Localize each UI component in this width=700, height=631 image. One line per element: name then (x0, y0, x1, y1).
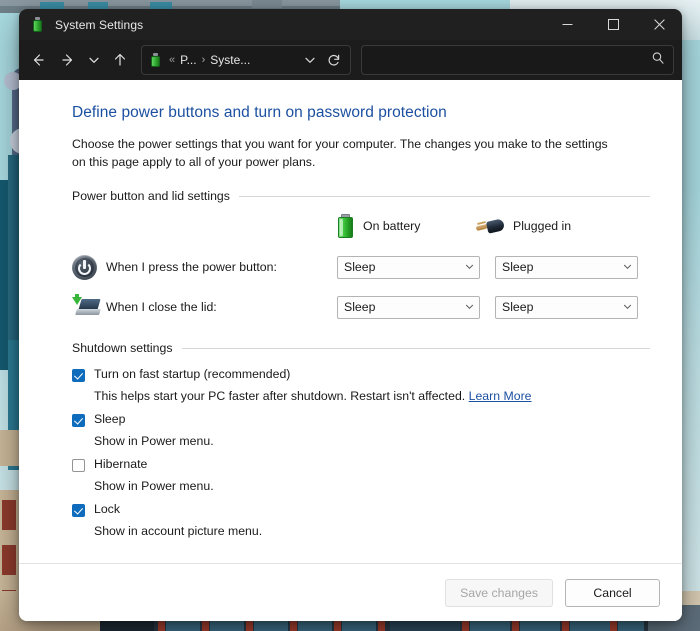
navigation-bar: « P... › Syste... (19, 40, 682, 80)
column-label: On battery (363, 219, 421, 233)
power-button-icon (72, 254, 106, 280)
page-description: Choose the power settings that you want … (72, 137, 608, 169)
back-button[interactable] (23, 45, 53, 75)
setting-row-power-button: When I press the power button: Sleep Sle… (72, 247, 650, 287)
up-button[interactable] (105, 45, 135, 75)
forward-button[interactable] (53, 45, 83, 75)
chevron-down-icon (465, 302, 474, 313)
search-icon[interactable] (651, 51, 665, 70)
checkbox-row-sleep[interactable]: Sleep (72, 412, 650, 431)
battery-icon (30, 16, 46, 33)
maximize-icon (607, 19, 619, 30)
column-header-plugged-in: Plugged in (475, 217, 572, 235)
breadcrumb-item-1[interactable]: P... (180, 53, 196, 67)
group-label: Shutdown settings (72, 341, 173, 355)
lock-description: Show in account picture menu. (94, 524, 263, 538)
title-bar[interactable]: System Settings (19, 9, 682, 40)
checkbox-row-fast-startup[interactable]: Turn on fast startup (recommended) (72, 367, 650, 386)
fast-startup-description: This helps start your PC faster after sh… (94, 387, 650, 405)
close-lid-plugged-in-dropdown[interactable]: Sleep (495, 295, 638, 319)
chevron-down-icon (89, 57, 99, 63)
fast-startup-checkbox[interactable] (72, 369, 85, 382)
power-button-plugged-in-dropdown[interactable]: Sleep (495, 255, 638, 279)
power-button-on-battery-dropdown[interactable]: Sleep (337, 255, 480, 279)
window-title: System Settings (55, 17, 144, 32)
window-controls (544, 9, 682, 40)
save-changes-button[interactable]: Save changes (445, 578, 553, 607)
address-bar[interactable]: « P... › Syste... (141, 45, 351, 75)
dropdown-value: Sleep (502, 260, 534, 274)
wallpaper-brick (2, 500, 16, 530)
breadcrumb-item-2[interactable]: Syste... (210, 53, 250, 67)
sleep-checkbox[interactable] (72, 414, 85, 427)
sleep-description: Show in Power menu. (94, 434, 214, 448)
column-header-on-battery: On battery (337, 214, 476, 238)
checkbox-row-hibernate[interactable]: Hibernate (72, 457, 650, 476)
up-arrow-icon (114, 53, 126, 66)
checkbox-label: Turn on fast startup (recommended) (94, 367, 291, 381)
lock-checkbox[interactable] (72, 504, 85, 517)
group-divider (238, 195, 650, 197)
refresh-icon (328, 54, 340, 66)
power-plug-icon (475, 217, 506, 235)
checkbox-label: Lock (94, 502, 120, 516)
learn-more-link[interactable]: Learn More (469, 389, 532, 403)
group-label: Power button and lid settings (72, 189, 230, 203)
chevron-down-icon (623, 262, 632, 273)
dropdown-value: Sleep (344, 260, 376, 274)
close-button[interactable] (636, 9, 682, 40)
shutdown-settings-group-header: Shutdown settings (72, 341, 650, 355)
breadcrumb-separator: › (201, 54, 206, 66)
minimize-icon (562, 24, 572, 25)
setting-label: When I press the power button: (106, 260, 277, 274)
page-title: Define power buttons and turn on passwor… (72, 104, 447, 121)
refresh-button[interactable] (322, 48, 346, 72)
wallpaper-brick (2, 545, 16, 575)
dropdown-value: Sleep (344, 300, 376, 314)
dialog-footer: Save changes Cancel (19, 563, 682, 621)
setting-label: When I close the lid: (106, 300, 217, 314)
chevron-down-icon (623, 302, 632, 313)
search-box[interactable] (361, 45, 674, 75)
close-icon (653, 19, 665, 30)
checkbox-label: Hibernate (94, 457, 148, 471)
address-dropdown-button[interactable] (298, 48, 322, 72)
group-divider (181, 347, 650, 349)
checkbox-label: Sleep (94, 412, 126, 426)
close-lid-on-battery-dropdown[interactable]: Sleep (337, 295, 480, 319)
battery-icon (148, 52, 164, 68)
breadcrumb-overflow[interactable]: « (169, 54, 175, 66)
column-headers: On battery Plugged in (72, 213, 650, 239)
battery-icon (337, 214, 354, 238)
search-input[interactable] (370, 52, 651, 68)
content-area: Define power buttons and turn on passwor… (19, 80, 682, 563)
description-text: This helps start your PC faster after sh… (94, 389, 466, 403)
hibernate-checkbox[interactable] (72, 459, 85, 472)
laptop-lid-icon (72, 294, 106, 318)
wallpaper-detail (252, 0, 282, 8)
minimize-button[interactable] (544, 9, 590, 40)
power-settings-group-header: Power button and lid settings (72, 189, 650, 203)
hibernate-description: Show in Power menu. (94, 479, 214, 493)
forward-arrow-icon (62, 54, 73, 66)
setting-row-close-lid: When I close the lid: Sleep Sleep (72, 287, 650, 327)
column-label: Plugged in (513, 219, 572, 233)
system-settings-window: System Settings « P... › Syste... Define… (19, 9, 682, 621)
cancel-button[interactable]: Cancel (565, 578, 660, 607)
checkbox-row-lock[interactable]: Lock (72, 502, 650, 521)
back-arrow-icon (33, 54, 44, 66)
chevron-down-icon (305, 57, 315, 63)
maximize-button[interactable] (590, 9, 636, 40)
recent-locations-button[interactable] (83, 45, 105, 75)
dropdown-value: Sleep (502, 300, 534, 314)
chevron-down-icon (465, 262, 474, 273)
